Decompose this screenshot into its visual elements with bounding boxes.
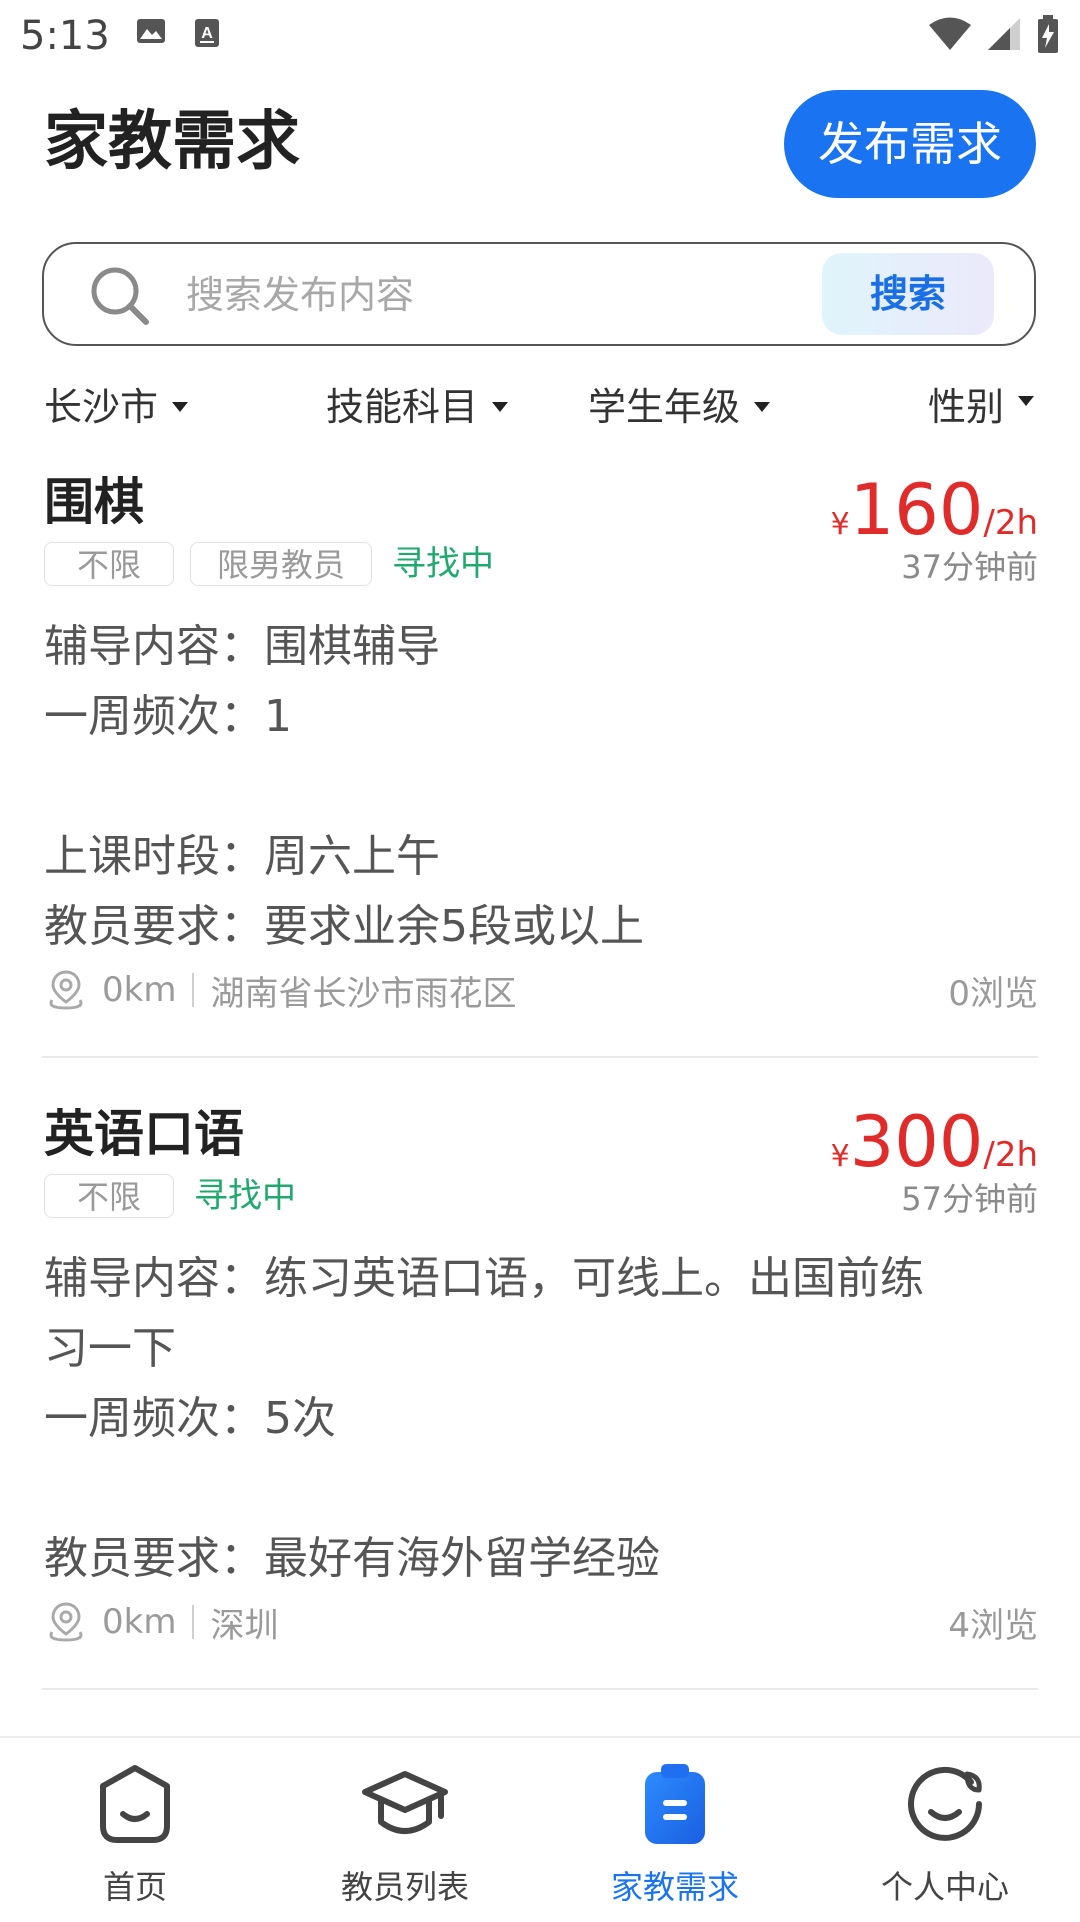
filter-bar: 长沙市 技能科目 学生年级 性别 (0, 372, 1080, 442)
tab-profile[interactable]: 个人中心 (810, 1738, 1080, 1922)
tag: 不限 (44, 542, 174, 586)
divider (42, 1688, 1038, 1690)
listing-meta: 0km 深圳 4浏览 (44, 1598, 1038, 1646)
listing-views: 4浏览 (948, 1605, 1038, 1646)
divider (42, 1056, 1038, 1058)
filter-subject[interactable]: 技能科目 (326, 372, 509, 442)
search-bar: 搜索 (42, 242, 1036, 346)
price-amount: 160 (849, 469, 984, 551)
detail-line: 辅导内容：围棋辅导 (44, 621, 440, 672)
price-amount: 300 (849, 1101, 984, 1183)
tag: 限男教员 (190, 542, 373, 586)
filter-label: 技能科目 (326, 385, 479, 429)
signal-icon (988, 18, 1020, 50)
status-right-icons (928, 14, 1060, 54)
status-bar: 5:13 A (0, 0, 1080, 72)
filter-grade[interactable]: 学生年级 (588, 372, 771, 442)
caret-down-icon (492, 402, 509, 412)
graduation-cap-icon (362, 1771, 448, 1834)
bottom-tab-bar: 首页 教员列表 家教需求 个人中心 (0, 1736, 1080, 1920)
listing-views: 0浏览 (948, 973, 1038, 1014)
tab-label: 个人中心 (880, 1868, 1009, 1906)
tab-label: 首页 (102, 1868, 167, 1906)
wifi-icon (929, 17, 971, 50)
page-title: 家教需求 (44, 105, 300, 179)
listing-card[interactable]: 英语口语 ¥300/2h 57分钟前 不限 寻找中 辅导内容：练习英语口语，可线… (44, 1102, 1038, 1682)
clipboard-icon (645, 1764, 705, 1844)
tab-label: 家教需求 (610, 1868, 739, 1906)
svg-text:A: A (201, 25, 213, 42)
detail-line: 教员要求：最好有海外留学经验 (44, 1533, 660, 1584)
tab-label: 教员列表 (340, 1868, 469, 1906)
detail-line: 一周频次：1 (44, 691, 292, 742)
listing-card[interactable]: 围棋 ¥160/2h 37分钟前 不限 限男教员 寻找中 辅导内容：围棋辅导 一… (44, 470, 1038, 1030)
tag: 不限 (44, 1174, 174, 1218)
price-currency: ¥ (830, 507, 850, 542)
listing-meta: 0km 湖南省长沙市雨花区 0浏览 (44, 966, 1038, 1014)
search-input[interactable] (184, 266, 708, 324)
caret-down-icon (172, 402, 189, 412)
posted-time: 57分钟前 (901, 1180, 1038, 1218)
header: 家教需求 发布需求 (0, 72, 1080, 222)
search-button[interactable]: 搜索 (822, 253, 994, 335)
status-badge: 寻找中 (194, 1176, 296, 1216)
status-time: 5:13 (20, 13, 110, 59)
status-left-icons: A (136, 18, 220, 48)
tab-home[interactable]: 首页 (0, 1738, 270, 1922)
battery-charging-icon (1038, 15, 1058, 53)
location-pin-icon (49, 970, 83, 1010)
filter-gender[interactable]: 性别 (928, 372, 1035, 442)
meta-divider (192, 1605, 195, 1639)
meta-divider (192, 973, 195, 1007)
filter-city[interactable]: 长沙市 (44, 372, 189, 442)
detail-line: 辅导内容：练习英语口语，可线上。出国前练 (44, 1253, 924, 1304)
price-unit: /2h (983, 503, 1038, 543)
listing-distance: 0km (102, 970, 177, 1010)
location-pin-icon (49, 1602, 83, 1642)
listing-title: 围棋 (44, 473, 144, 531)
listing-distance: 0km (102, 1602, 177, 1642)
price-unit: /2h (983, 1135, 1038, 1175)
image-icon (137, 19, 165, 43)
listing-location: 深圳 (210, 1605, 279, 1646)
detail-line: 习一下 (44, 1323, 176, 1374)
detail-line: 教员要求：要求业余5段或以上 (44, 901, 644, 952)
keyboard-icon: A (195, 19, 219, 47)
detail-line: 一周频次：5次 (44, 1393, 336, 1444)
listing-tags: 不限 寻找中 (44, 1174, 296, 1218)
status-badge: 寻找中 (392, 544, 495, 584)
caret-down-icon (1018, 396, 1035, 406)
publish-request-button[interactable]: 发布需求 (784, 90, 1036, 198)
posted-time: 37分钟前 (901, 548, 1038, 586)
listing-location: 湖南省长沙市雨花区 (210, 973, 517, 1014)
caret-down-icon (754, 402, 771, 412)
tab-tutoring-requests[interactable]: 家教需求 (540, 1738, 810, 1922)
filter-label: 学生年级 (588, 385, 741, 429)
detail-line: 上课时段：周六上午 (44, 831, 440, 882)
profile-icon (908, 1766, 982, 1841)
filter-label: 性别 (928, 385, 1005, 429)
filter-label: 长沙市 (44, 385, 159, 429)
listing-title: 英语口语 (44, 1105, 244, 1163)
home-icon (100, 1765, 170, 1843)
tab-teacher-list[interactable]: 教员列表 (270, 1738, 540, 1922)
search-icon (91, 267, 149, 325)
price-currency: ¥ (830, 1139, 850, 1174)
listing-tags: 不限 限男教员 寻找中 (44, 542, 494, 586)
